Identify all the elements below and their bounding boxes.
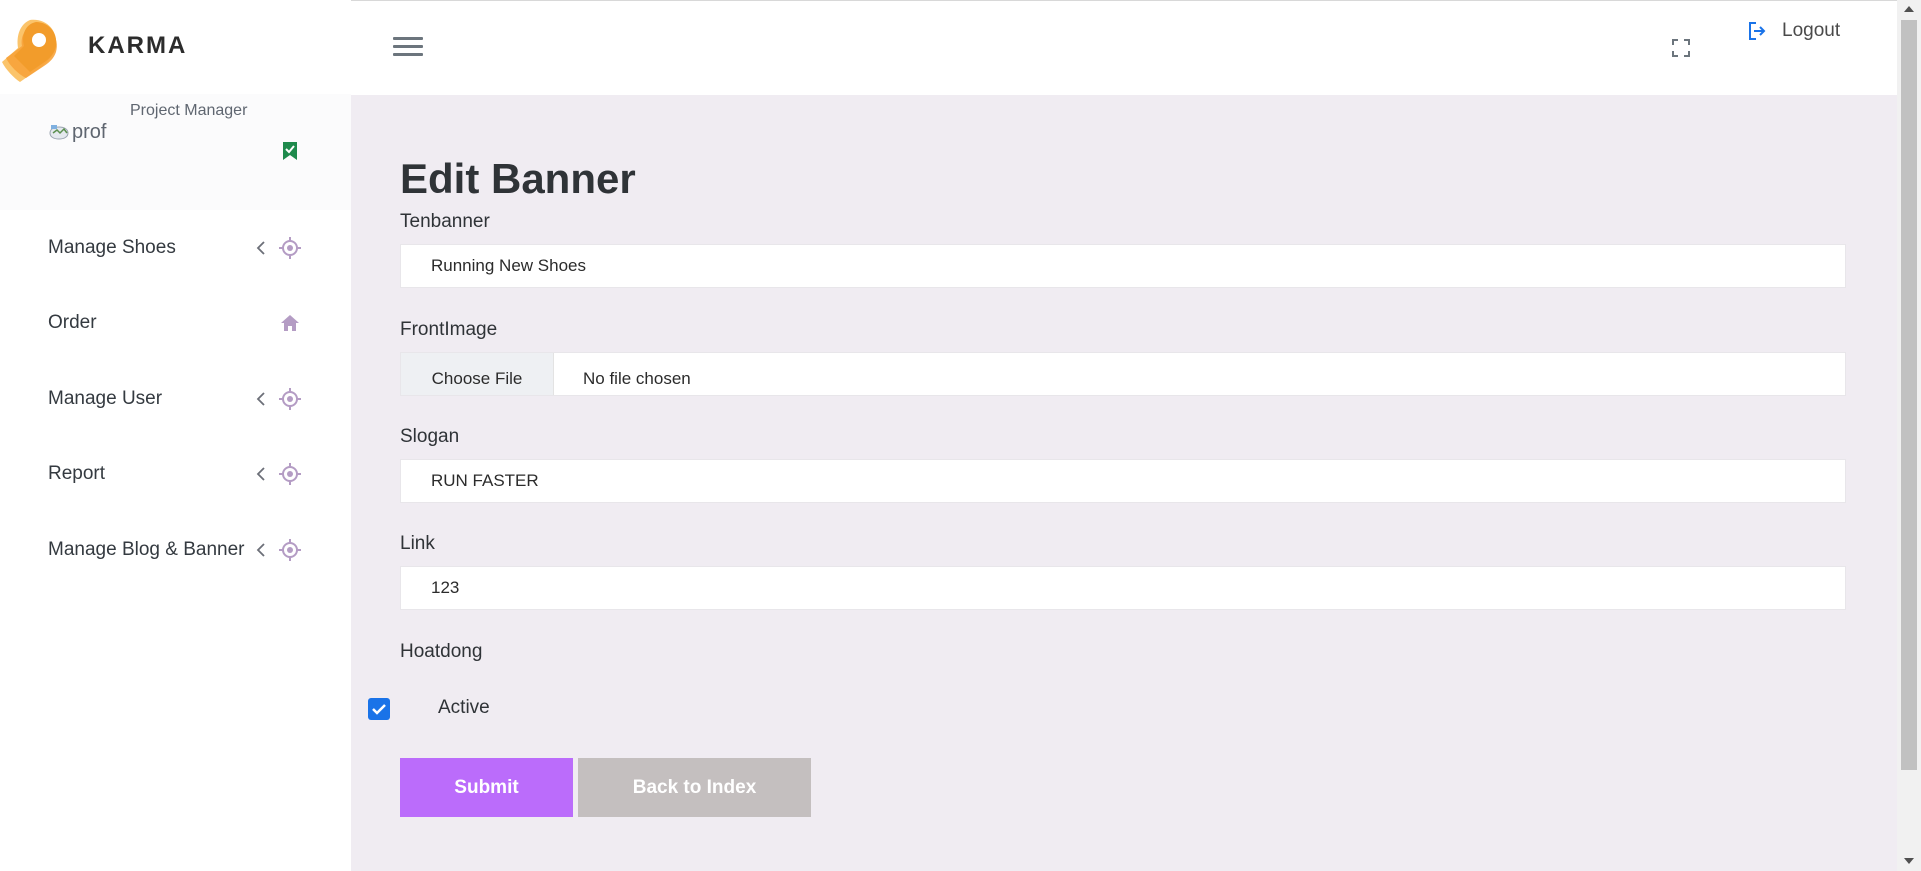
scroll-down-arrow-icon[interactable] bbox=[1903, 856, 1915, 866]
sidebar-item-label: Order bbox=[48, 312, 97, 334]
broken-image-icon bbox=[48, 123, 70, 141]
logout-button[interactable]: Logout bbox=[1747, 19, 1840, 43]
logout-label: Logout bbox=[1782, 20, 1841, 41]
choose-file-button[interactable]: Choose File bbox=[401, 353, 554, 395]
hoatdong-label: Hoatdong bbox=[400, 641, 483, 662]
sidebar-item-manage-blog-banner[interactable]: Manage Blog & Banner bbox=[0, 512, 351, 588]
sidebar: KARMA Project Manager prof Manage Shoes bbox=[0, 0, 351, 871]
user-profile: Project Manager prof bbox=[0, 94, 351, 210]
chevron-left-icon[interactable] bbox=[254, 541, 268, 559]
sidebar-item-manage-shoes[interactable]: Manage Shoes bbox=[0, 210, 351, 286]
bookmark-check-icon bbox=[283, 142, 297, 160]
scrollbar-thumb[interactable] bbox=[1901, 20, 1917, 770]
active-checkbox[interactable] bbox=[368, 698, 390, 720]
chevron-left-icon[interactable] bbox=[254, 239, 268, 257]
brand-logo-icon bbox=[2, 19, 57, 83]
sidebar-item-label: Manage Shoes bbox=[48, 236, 176, 258]
chevron-left-icon[interactable] bbox=[254, 465, 268, 483]
page-title: Edit Banner bbox=[400, 155, 636, 202]
sidebar-nav: Manage Shoes Order Manage User Report Ma… bbox=[0, 210, 351, 588]
sidebar-item-label: Manage User bbox=[48, 387, 163, 409]
brand-name: KARMA bbox=[88, 32, 188, 59]
scroll-up-arrow-icon[interactable] bbox=[1903, 4, 1915, 14]
brand[interactable]: KARMA bbox=[0, 0, 351, 94]
sidebar-item-label: Manage Blog & Banner bbox=[48, 538, 245, 560]
target-icon bbox=[278, 387, 302, 411]
file-status: No file chosen bbox=[583, 369, 691, 388]
sidebar-item-report[interactable]: Report bbox=[0, 437, 351, 513]
back-to-index-button[interactable]: Back to Index bbox=[578, 758, 811, 817]
submit-button[interactable]: Submit bbox=[400, 758, 573, 817]
home-icon bbox=[278, 311, 302, 335]
profile-role: Project Manager bbox=[130, 102, 248, 119]
tenbanner-label: Tenbanner bbox=[400, 211, 490, 232]
link-input[interactable] bbox=[400, 566, 1846, 610]
fullscreen-icon[interactable] bbox=[1671, 38, 1691, 58]
sidebar-item-manage-user[interactable]: Manage User bbox=[0, 361, 351, 437]
slogan-input[interactable] bbox=[400, 459, 1846, 503]
frontimage-label: FrontImage bbox=[400, 319, 498, 340]
chevron-left-icon[interactable] bbox=[254, 390, 268, 408]
slogan-label: Slogan bbox=[400, 426, 460, 447]
tenbanner-input[interactable] bbox=[400, 244, 1846, 288]
avatar-alt-text: prof bbox=[72, 120, 107, 143]
active-checkbox-label: Active bbox=[438, 697, 490, 718]
hamburger-icon[interactable] bbox=[393, 37, 423, 59]
target-icon bbox=[278, 538, 302, 562]
frontimage-file-input[interactable]: Choose File No file chosen bbox=[400, 352, 1846, 396]
sidebar-item-label: Report bbox=[48, 463, 106, 485]
target-icon bbox=[278, 236, 302, 260]
page-scrollbar[interactable] bbox=[1897, 0, 1921, 871]
logout-icon bbox=[1749, 22, 1766, 40]
main-content: Edit Banner Tenbanner FrontImage Choose … bbox=[351, 95, 1897, 871]
top-bar: Logout bbox=[351, 1, 1897, 95]
avatar: prof bbox=[48, 120, 106, 144]
target-icon bbox=[278, 462, 302, 486]
sidebar-item-order[interactable]: Order bbox=[0, 286, 351, 362]
check-icon bbox=[372, 704, 386, 715]
link-label: Link bbox=[400, 533, 435, 554]
